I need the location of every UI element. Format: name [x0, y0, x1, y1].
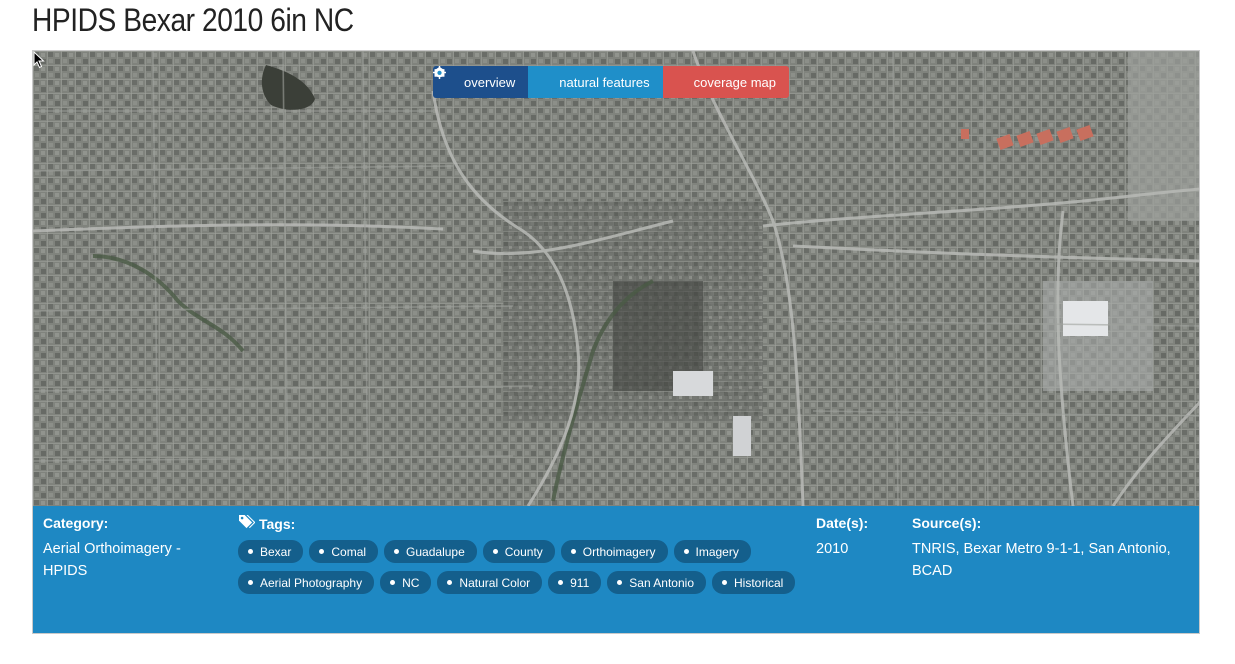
bullet-icon	[319, 549, 325, 554]
category-section: Category: Aerial Orthoimagery - HPIDS	[43, 514, 223, 582]
tag-chip[interactable]: Natural Color	[437, 571, 543, 594]
tag-chip[interactable]: Comal	[309, 540, 379, 563]
tags-icon	[238, 514, 256, 533]
bullet-icon	[248, 580, 253, 585]
tag-chip[interactable]: 911	[548, 571, 602, 594]
tag-label: San Antonio	[629, 575, 694, 590]
bullet-icon	[447, 580, 453, 585]
sources-label: Source(s):	[912, 515, 982, 531]
tag-label: NC	[402, 575, 420, 590]
tag-chip[interactable]: Aerial Photography	[238, 571, 375, 594]
tags-label: Tags:	[259, 515, 296, 532]
coverage-map-button[interactable]: coverage map	[433, 66, 790, 98]
tag-chip[interactable]: Imagery	[673, 540, 751, 563]
tag-label: Comal	[331, 544, 367, 559]
tags-section: Tags: Bexar Comal Guadalupe County Orthoimag…	[238, 514, 808, 594]
bullet-icon	[570, 549, 576, 554]
tag-chip[interactable]: NC	[380, 571, 432, 594]
overview-label: overview	[464, 74, 516, 90]
tag-label: 911	[570, 575, 590, 590]
tag-label: Historical	[734, 575, 784, 590]
category-label: Category:	[43, 515, 109, 531]
natural-features-label: natural features	[559, 74, 650, 90]
map-view-buttons: overview natural features coverage map	[433, 66, 790, 98]
tag-label: Orthoimagery	[582, 544, 656, 559]
camera-icon	[434, 67, 459, 89]
dataset-info-bar: Category: Aerial Orthoimagery - HPIDS Ta…	[33, 506, 1199, 633]
overview-button[interactable]: overview	[433, 66, 529, 98]
tag-label: County	[504, 544, 543, 559]
tag-chip[interactable]: County	[482, 540, 555, 563]
page-title: HPIDS Bexar 2010 6in NC	[32, 2, 354, 38]
tag-label: Natural Color	[459, 575, 531, 590]
tag-label: Bexar	[260, 544, 292, 559]
dates-value: 2010	[816, 541, 849, 557]
tag-label: Aerial Photography	[260, 575, 363, 590]
bullet-icon	[722, 580, 727, 585]
sources-value: TNRIS, Bexar Metro 9-1-1, San Antonio, B…	[912, 541, 1171, 579]
tag-chip[interactable]: Orthoimagery	[560, 540, 668, 563]
bullet-icon	[394, 549, 400, 554]
tag-chip[interactable]: Bexar	[238, 540, 304, 563]
bullet-icon	[492, 549, 498, 554]
bullet-icon	[558, 580, 564, 585]
dataset-panel: overview natural features coverage map C…	[32, 50, 1200, 634]
dates-label: Date(s):	[816, 515, 869, 531]
camera-icon	[434, 67, 554, 89]
bullet-icon	[683, 549, 689, 554]
bullet-icon	[248, 549, 253, 554]
tag-chip[interactable]: Historical	[712, 571, 796, 594]
bullet-icon	[390, 580, 396, 585]
crosshair-icon	[433, 66, 689, 89]
tag-chip[interactable]: Guadalupe	[384, 540, 477, 563]
tag-label: Imagery	[695, 544, 739, 559]
tag-chip[interactable]: San Antonio	[607, 571, 706, 594]
aerial-image-preview[interactable]: overview natural features coverage map	[33, 51, 1199, 506]
sources-section: Source(s): TNRIS, Bexar Metro 9-1-1, San…	[912, 514, 1197, 582]
aerial-photo-illustration	[33, 51, 1199, 506]
category-value: Aerial Orthoimagery - HPIDS	[43, 541, 181, 579]
tags-list: Bexar Comal Guadalupe County Orthoimagery Ima…	[238, 540, 808, 594]
tag-label: Guadalupe	[406, 544, 465, 559]
natural-features-button[interactable]: natural features	[434, 66, 663, 98]
coverage-map-label: coverage map	[693, 74, 777, 90]
dates-section: Date(s): 2010	[816, 514, 896, 560]
tags-header: Tags:	[238, 514, 808, 533]
mouse-cursor-icon	[33, 51, 45, 69]
bullet-icon	[617, 580, 623, 585]
